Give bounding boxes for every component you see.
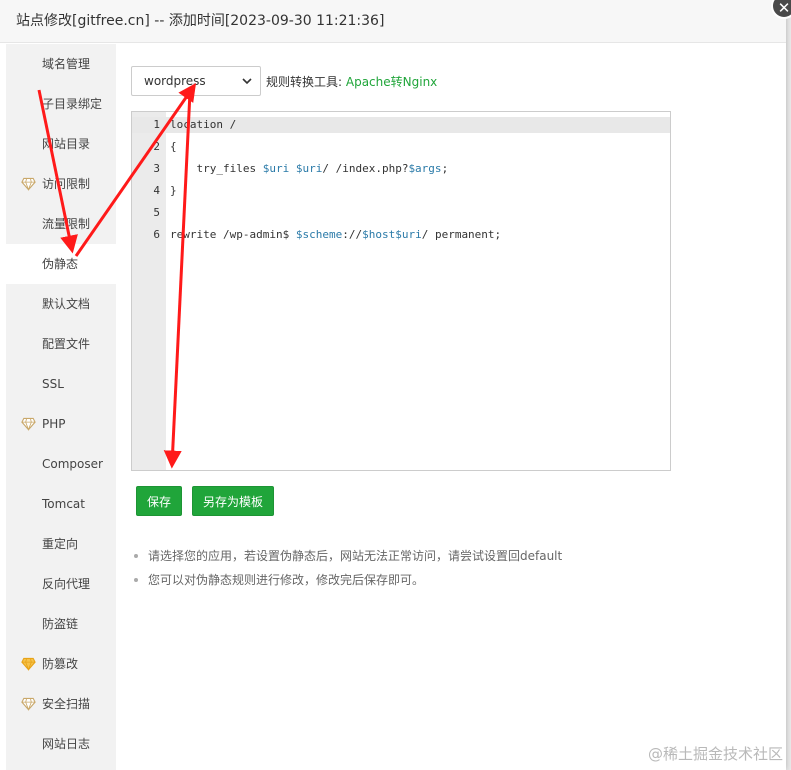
gem-icon	[21, 177, 36, 191]
sidebar-item[interactable]: 反向代理	[6, 564, 116, 604]
sidebar-item-label: 访问限制	[42, 177, 91, 191]
sidebar-item[interactable]: Tomcat	[6, 484, 116, 524]
code-line: 5	[132, 202, 670, 224]
sidebar-item[interactable]: Composer	[6, 444, 116, 484]
sidebar-item[interactable]: 安全扫描	[6, 684, 116, 724]
tip-item: 请选择您的应用，若设置伪静态后，网站无法正常访问，请尝试设置回default	[131, 544, 562, 568]
rewrite-panel: wordpress 规则转换工具: Apache转Nginx 1 location…	[117, 44, 786, 770]
code-line: 2{	[132, 136, 670, 158]
sidebar-item-label: 防盗链	[42, 617, 79, 631]
sidebar-item-label: 网站目录	[42, 137, 91, 151]
sidebar-item-label: 配置文件	[42, 337, 91, 351]
help-tips: 请选择您的应用，若设置伪静态后，网站无法正常访问，请尝试设置回default 您…	[131, 544, 562, 592]
sidebar-item-label: 安全扫描	[42, 697, 91, 711]
sidebar-item[interactable]: 伪静态	[6, 244, 116, 284]
template-select[interactable]: wordpress	[131, 66, 261, 96]
code-text: rewrite /wp-admin$ $scheme://$host$uri/ …	[170, 228, 502, 241]
sidebar-item[interactable]: 域名管理	[6, 44, 116, 84]
sidebar-item-label: 默认文档	[42, 297, 91, 311]
sidebar-item[interactable]: PHP	[6, 404, 116, 444]
line-number: 6	[153, 228, 160, 241]
line-number: 3	[153, 162, 160, 175]
code-line: 3 try_files $uri $uri/ /index.php?$args;	[132, 158, 670, 180]
code-line: 4}	[132, 180, 670, 202]
sidebar-item-label: Tomcat	[42, 497, 85, 511]
save-button[interactable]: 保存	[136, 486, 182, 516]
sidebar-item-label: Composer	[42, 457, 103, 471]
sidebar-item[interactable]: 防篡改	[6, 644, 116, 684]
sidebar-item[interactable]: 网站日志	[6, 724, 116, 764]
sidebar-item-label: 流量限制	[42, 217, 91, 231]
dialog-title: 站点修改[gitfree.cn] -- 添加时间[2023-09-30 11:2…	[0, 0, 786, 43]
sidebar-item[interactable]: 防盗链	[6, 604, 116, 644]
sidebar-item[interactable]: 重定向	[6, 524, 116, 564]
converter-label-text: 规则转换工具:	[266, 75, 343, 89]
gem-icon	[21, 697, 36, 711]
rewrite-code-editor[interactable]: 1 location /2{3 try_files $uri $uri/ /ind…	[131, 111, 671, 471]
sidebar-item[interactable]: 访问限制	[6, 164, 116, 204]
line-number: 4	[153, 184, 160, 197]
sidebar-item-label: PHP	[42, 417, 66, 431]
line-number: 1	[153, 118, 160, 131]
code-text: try_files $uri $uri/ /index.php?$args;	[170, 162, 449, 175]
gem-icon	[21, 657, 36, 671]
chevron-down-icon	[242, 78, 252, 85]
line-number: 2	[153, 140, 160, 153]
sidebar-item-label: 伪静态	[42, 257, 79, 271]
gem-icon	[21, 417, 36, 431]
sidebar-item-label: 网站日志	[42, 737, 91, 751]
sidebar-item[interactable]: 流量限制	[6, 204, 116, 244]
sidebar-item-label: 反向代理	[42, 577, 91, 591]
watermark: @稀土掘金技术社区	[647, 745, 783, 763]
save-as-template-button[interactable]: 另存为模板	[192, 486, 274, 516]
code-line: 6 rewrite /wp-admin$ $scheme://$host$uri/…	[132, 224, 670, 246]
sidebar-item[interactable]: 网站目录	[6, 124, 116, 164]
code-text: {	[170, 140, 177, 153]
sidebar-item-label: 防篡改	[42, 657, 79, 671]
sidebar-item-label: 重定向	[42, 537, 79, 551]
code-text: location /	[170, 118, 237, 131]
site-settings-dialog: 站点修改[gitfree.cn] -- 添加时间[2023-09-30 11:2…	[0, 0, 786, 770]
sidebar-item-label: SSL	[42, 377, 64, 391]
tip-item: 您可以对伪静态规则进行修改，修改完后保存即可。	[131, 568, 562, 592]
sidebar-item[interactable]: 默认文档	[6, 284, 116, 324]
code-text: }	[170, 184, 177, 197]
code-line: 1 location /	[132, 114, 670, 136]
sidebar-item[interactable]: 配置文件	[6, 324, 116, 364]
sidebar-item[interactable]: 子目录绑定	[6, 84, 116, 124]
converter-label: 规则转换工具: Apache转Nginx	[266, 73, 437, 90]
template-select-value: wordpress	[144, 74, 206, 88]
sidebar-item-label: 子目录绑定	[42, 97, 103, 111]
sidebar-item-label: 域名管理	[42, 57, 91, 71]
sidebar: 域名管理子目录绑定网站目录访问限制流量限制伪静态默认文档配置文件 SSL PHP Co…	[6, 44, 116, 770]
sidebar-item[interactable]: SSL	[6, 364, 116, 404]
line-number: 5	[153, 206, 160, 219]
apache-to-nginx-link[interactable]: Apache转Nginx	[346, 75, 437, 89]
